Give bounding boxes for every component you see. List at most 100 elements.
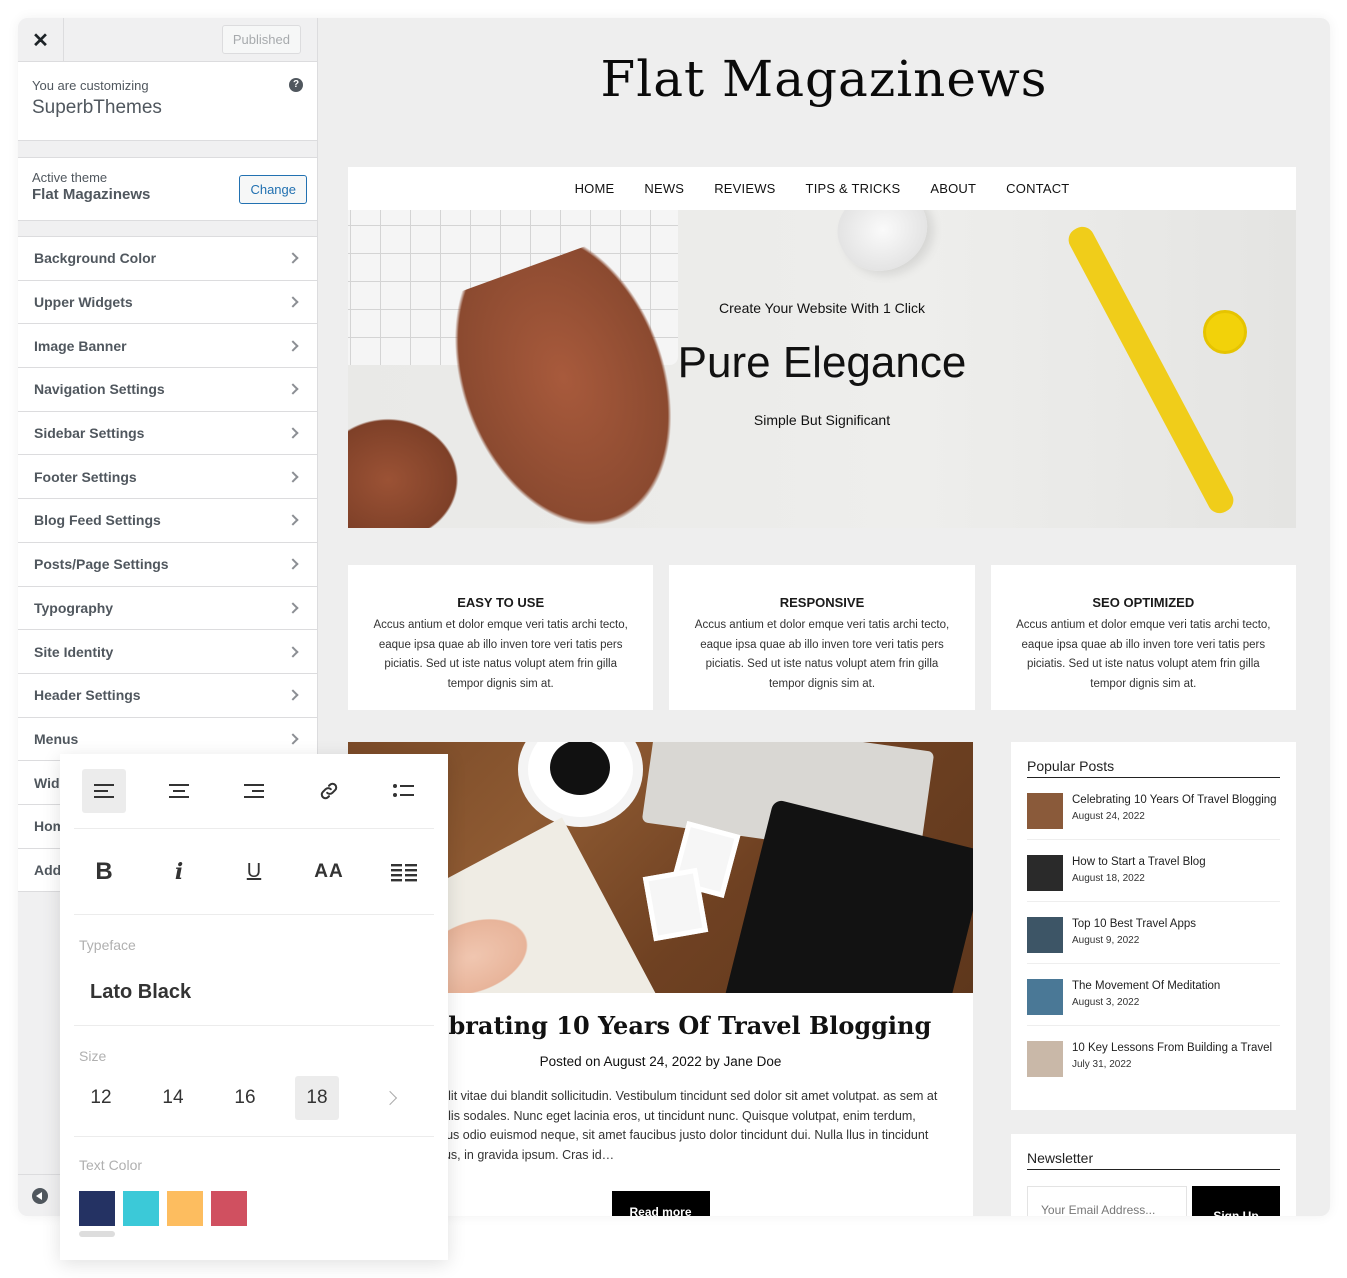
main-navigation: HOME NEWS REVIEWS TIPS & TRICKS ABOUT CONTACT: [348, 167, 1296, 210]
feature-title: SEO OPTIMIZED: [1092, 595, 1195, 610]
bullet-list-button[interactable]: [382, 769, 426, 813]
customizer-section-item[interactable]: Image Banner: [18, 324, 317, 369]
hero-tagline: Simple But Significant: [753, 412, 891, 428]
popular-post-item[interactable]: The Movement Of Meditation August 3, 2022: [1027, 964, 1280, 1026]
publish-button[interactable]: Published: [221, 25, 301, 54]
popular-post-title[interactable]: Top 10 Best Travel Apps: [1072, 918, 1196, 930]
typeface-select[interactable]: Lato Black: [90, 981, 434, 1004]
color-swatch[interactable]: [79, 1191, 115, 1226]
popular-post-title[interactable]: Celebrating 10 Years Of Travel Blogging: [1072, 794, 1277, 806]
customizer-section-item[interactable]: Navigation Settings: [18, 368, 317, 412]
popular-post-item[interactable]: 10 Key Lessons From Building a Travel Jul…: [1027, 1026, 1280, 1088]
underline-button[interactable]: U: [232, 850, 276, 894]
chevron-right-icon: [287, 689, 299, 701]
section-label: Header Settings: [34, 687, 141, 704]
align-center-icon: [169, 784, 189, 798]
text-color-label: Text Color: [79, 1157, 143, 1173]
customizer-section-item[interactable]: Blog Feed Settings: [18, 499, 317, 543]
popular-post-item[interactable]: How to Start a Travel Blog August 18, 202…: [1027, 840, 1280, 902]
customizer-section-item[interactable]: Posts/Page Settings: [18, 542, 317, 587]
selected-color-indicator: [79, 1231, 115, 1237]
feature-box: SEO OPTIMIZED Accus antium et dolor emqu…: [990, 565, 1296, 710]
link-button[interactable]: [307, 769, 351, 813]
post-thumbnail[interactable]: [1027, 855, 1063, 891]
mouse-image: [825, 210, 941, 286]
text-case-icon: AA: [314, 860, 344, 882]
close-icon: ✕: [32, 29, 49, 52]
close-customizer-button[interactable]: ✕: [18, 18, 64, 62]
justify-button[interactable]: [382, 850, 426, 894]
post-thumbnail[interactable]: [1027, 793, 1063, 829]
customizer-section-item[interactable]: Upper Widgets: [18, 280, 317, 325]
newsletter-widget: Newsletter Your Email Address... Sign Up: [1011, 1134, 1296, 1216]
active-theme-panel: Active theme Flat Magazinews Change: [18, 157, 317, 221]
post-thumbnail[interactable]: [1027, 917, 1063, 953]
chevron-right-icon: [287, 427, 299, 439]
customizer-section-item[interactable]: Site Identity: [18, 630, 317, 674]
customizer-section-item[interactable]: Header Settings: [18, 673, 317, 718]
customizer-section-item[interactable]: Sidebar Settings: [18, 411, 317, 456]
nav-link[interactable]: HOME: [575, 181, 615, 196]
align-center-button[interactable]: [157, 769, 201, 813]
nav-link[interactable]: CONTACT: [1006, 181, 1069, 196]
section-label: Menus: [34, 730, 79, 747]
hero-banner: Create Your Website With 1 Click Pure El…: [348, 210, 1296, 528]
italic-button[interactable]: i: [157, 850, 201, 894]
section-label: Posts/Page Settings: [34, 556, 169, 573]
collapse-sidebar-icon[interactable]: [32, 1187, 48, 1204]
customizer-section-item[interactable]: Typography: [18, 586, 317, 631]
polaroid-image: [642, 867, 709, 942]
email-input[interactable]: Your Email Address...: [1027, 1186, 1187, 1216]
text-color-section: Text Color: [60, 1137, 448, 1237]
typeface-section: Typeface Lato Black: [74, 915, 434, 1026]
justify-columns-icon: [391, 863, 417, 881]
nav-link[interactable]: ABOUT: [930, 181, 976, 196]
nav-link[interactable]: TIPS & TRICKS: [806, 181, 901, 196]
size-option[interactable]: 12: [79, 1076, 123, 1120]
feature-text: Accus antium et dolor emque veri tatis a…: [1016, 619, 1271, 690]
help-icon[interactable]: ?: [289, 78, 303, 92]
change-theme-button[interactable]: Change: [239, 175, 307, 204]
align-left-button[interactable]: [82, 769, 126, 813]
align-right-icon: [244, 784, 264, 798]
popular-post-date: August 18, 2022: [1072, 873, 1145, 884]
site-title[interactable]: Flat Magazinews: [318, 50, 1330, 108]
size-label: Size: [79, 1048, 107, 1064]
feature-box: EASY TO USE Accus antium et dolor emque …: [348, 565, 654, 710]
bullet-list-icon: [393, 784, 414, 797]
size-option[interactable]: 18: [295, 1076, 339, 1120]
color-swatch[interactable]: [167, 1191, 203, 1226]
section-label: Image Banner: [34, 337, 127, 354]
read-more-button[interactable]: Read more: [611, 1191, 710, 1216]
widget-title: Newsletter: [1027, 1150, 1280, 1170]
customizer-section-item[interactable]: Background Color: [18, 237, 317, 281]
popular-post-title[interactable]: How to Start a Travel Blog: [1072, 856, 1206, 868]
sign-up-button[interactable]: Sign Up: [1192, 1186, 1280, 1216]
site-preview: Flat Magazinews HOME NEWS REVIEWS TIPS & TR…: [318, 18, 1330, 1216]
post-thumbnail[interactable]: [1027, 979, 1063, 1015]
coffee-cup-image: [528, 742, 633, 817]
bold-button[interactable]: B: [82, 850, 126, 894]
popular-post-item[interactable]: Top 10 Best Travel Apps August 9, 2022: [1027, 902, 1280, 964]
italic-icon: i: [174, 858, 184, 885]
chevron-right-icon[interactable]: [382, 1090, 398, 1106]
customizing-info: You are customizing SuperbThemes ?: [18, 62, 317, 141]
color-swatch[interactable]: [123, 1191, 159, 1226]
customizing-label: You are customizing: [32, 78, 149, 93]
typeface-label: Typeface: [79, 937, 136, 953]
popular-post-title[interactable]: 10 Key Lessons From Building a Travel: [1072, 1042, 1272, 1054]
popular-post-date: August 9, 2022: [1072, 935, 1140, 946]
size-option[interactable]: 14: [151, 1076, 195, 1120]
color-swatch[interactable]: [211, 1191, 247, 1226]
popular-post-date: July 31, 2022: [1072, 1059, 1132, 1070]
popular-post-item[interactable]: Celebrating 10 Years Of Travel Blogging A…: [1027, 778, 1280, 840]
customizer-section-item[interactable]: Footer Settings: [18, 455, 317, 500]
popular-post-date: August 24, 2022: [1072, 811, 1145, 822]
align-right-button[interactable]: [232, 769, 276, 813]
post-thumbnail[interactable]: [1027, 1041, 1063, 1077]
popular-post-title[interactable]: The Movement Of Meditation: [1072, 980, 1220, 992]
nav-link[interactable]: NEWS: [644, 181, 684, 196]
size-option[interactable]: 16: [223, 1076, 267, 1120]
text-case-button[interactable]: AA: [307, 850, 351, 894]
nav-link[interactable]: REVIEWS: [714, 181, 775, 196]
